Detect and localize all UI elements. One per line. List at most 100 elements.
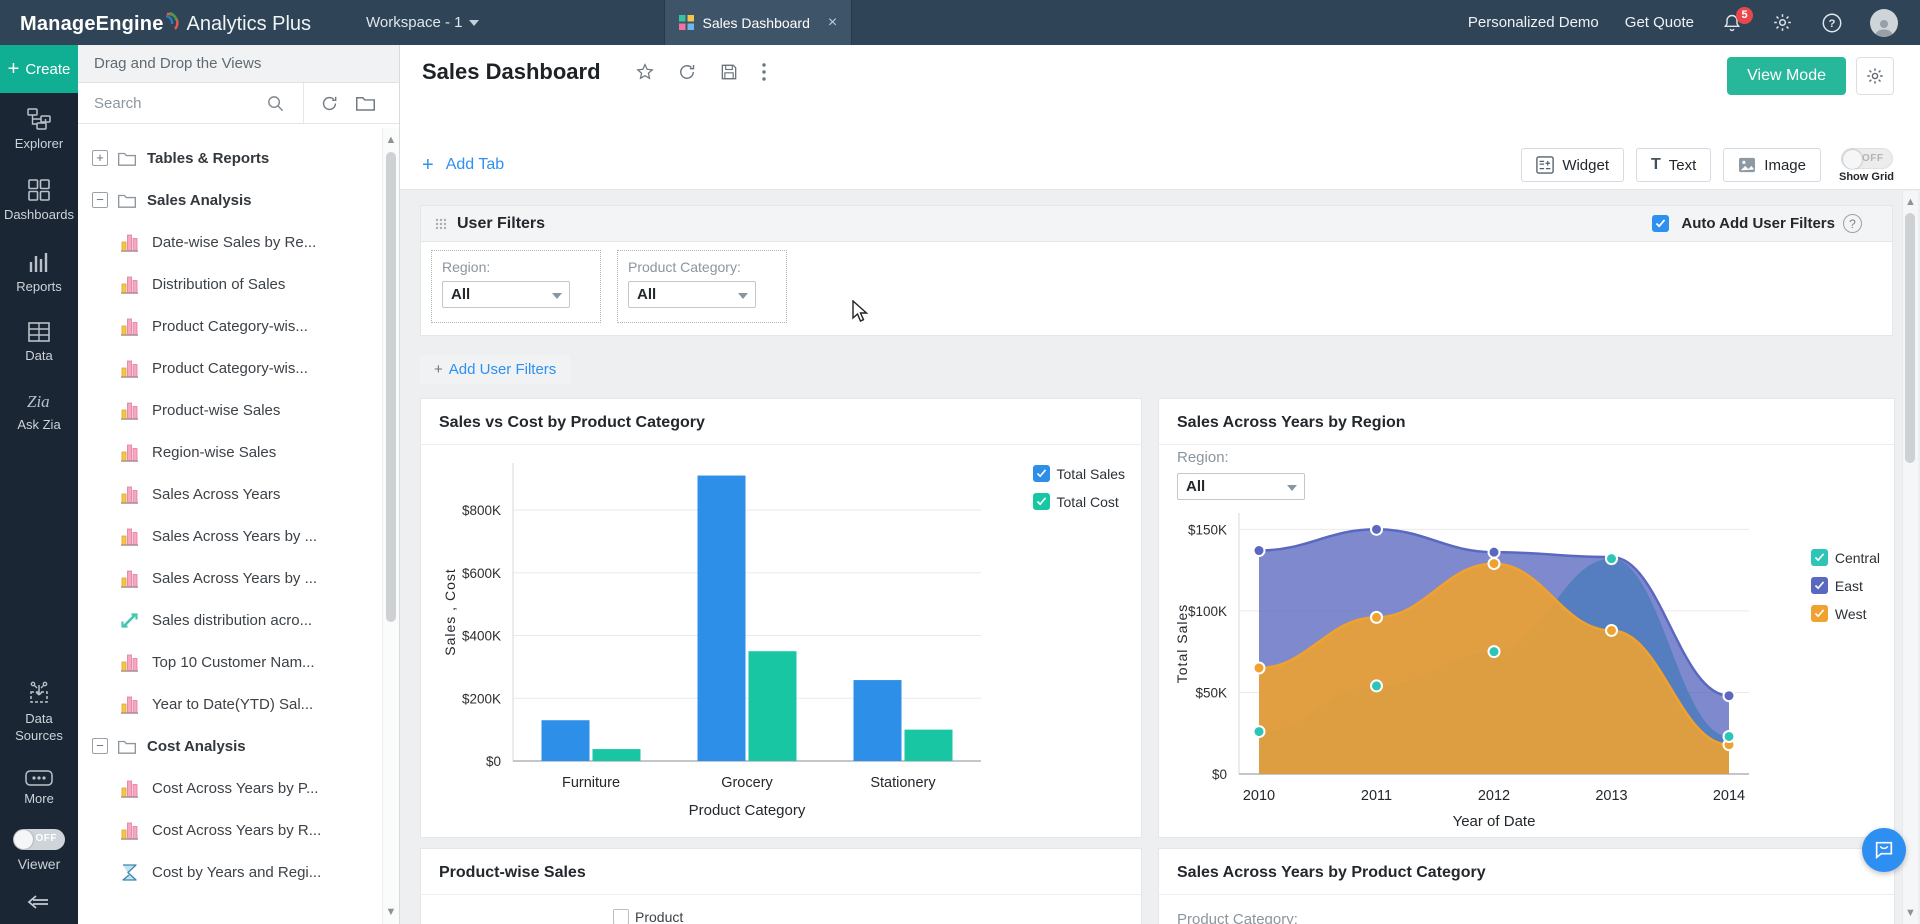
main-scrollbar-thumb[interactable] xyxy=(1905,213,1915,463)
legend-item-total-sales[interactable]: Total Sales xyxy=(1033,465,1125,482)
point-west-2010[interactable] xyxy=(1254,662,1265,673)
chat-fab-button[interactable] xyxy=(1862,828,1906,872)
tree-report-sales-distribution-acro-[interactable]: Sales distribution acro... xyxy=(78,599,383,641)
point-central-2013[interactable] xyxy=(1606,553,1617,564)
expand-node-icon[interactable]: + xyxy=(92,150,108,166)
scroll-up-icon[interactable]: ▲ xyxy=(1903,196,1918,208)
tree-report-product-category-wis-[interactable]: Product Category-wis... xyxy=(78,305,383,347)
point-central-2012[interactable] xyxy=(1489,646,1500,657)
bar-stationery-total-cost[interactable] xyxy=(905,730,953,761)
tree-report-date-wise-sales-by-re-[interactable]: Date-wise Sales by Re... xyxy=(78,221,383,263)
search-icon[interactable] xyxy=(266,94,285,113)
scroll-down-icon[interactable]: ▼ xyxy=(383,906,399,918)
bar-grocery-total-cost[interactable] xyxy=(749,651,797,761)
help-icon[interactable]: ? xyxy=(1843,214,1862,233)
viewer-toggle[interactable]: OFF xyxy=(13,829,65,850)
scroll-down-icon[interactable]: ▼ xyxy=(1903,907,1918,919)
legend-checkbox[interactable] xyxy=(1811,605,1828,622)
point-east-2014[interactable] xyxy=(1724,690,1735,701)
tree-report-sales-across-years-by-[interactable]: Sales Across Years by ... xyxy=(78,557,383,599)
bar-chart[interactable]: $0$200K$400K$600K$800KFurnitureGrocerySt… xyxy=(431,453,1131,831)
legend-item-east[interactable]: East xyxy=(1811,577,1880,594)
tree-folder-tables-reports[interactable]: +Tables & Reports xyxy=(78,137,383,179)
tree-folder-sales-analysis[interactable]: −Sales Analysis xyxy=(78,179,383,221)
tree-report-region-wise-sales[interactable]: Region-wise Sales xyxy=(78,431,383,473)
sidebar-item-data[interactable]: Data xyxy=(0,307,78,376)
favorite-star-icon[interactable] xyxy=(635,62,655,82)
point-west-2011[interactable] xyxy=(1371,612,1382,623)
tree-scrollbar[interactable]: ▲ ▼ xyxy=(382,128,399,924)
point-central-2011[interactable] xyxy=(1371,680,1382,691)
tree-report-year-to-date-ytd-sal-[interactable]: Year to Date(YTD) Sal... xyxy=(78,683,383,725)
bar-furniture-total-sales[interactable] xyxy=(542,720,590,761)
personalized-demo-link[interactable]: Personalized Demo xyxy=(1468,14,1599,31)
point-central-2014[interactable] xyxy=(1724,731,1735,742)
tree-folder-cost-analysis[interactable]: −Cost Analysis xyxy=(78,725,383,767)
legend-item-west[interactable]: West xyxy=(1811,605,1880,622)
auto-add-checkbox[interactable] xyxy=(1652,215,1669,232)
sidebar-item-dashboards[interactable]: Dashboards xyxy=(0,164,78,235)
help-button[interactable]: ? xyxy=(1820,11,1844,35)
tab-sales-dashboard[interactable]: Sales Dashboard × xyxy=(664,0,852,45)
close-icon[interactable]: × xyxy=(828,15,837,31)
search-input[interactable] xyxy=(78,94,258,113)
show-grid-toggle[interactable]: OFF xyxy=(1841,148,1893,169)
user-avatar[interactable] xyxy=(1870,9,1898,37)
legend-item-central[interactable]: Central xyxy=(1811,549,1880,566)
create-button[interactable]: + Create xyxy=(0,45,78,93)
area-chart[interactable]: $0$50K$100K$150K20102011201220132014Year… xyxy=(1167,501,1887,836)
settings-button[interactable] xyxy=(1770,11,1794,35)
sidebar-item-explorer[interactable]: Explorer xyxy=(0,93,78,164)
legend-checkbox[interactable] xyxy=(1033,465,1050,482)
folder-view-icon[interactable] xyxy=(355,94,376,112)
bar-furniture-total-cost[interactable] xyxy=(593,749,641,761)
filter-select[interactable]: All xyxy=(628,281,756,308)
collapse-node-icon[interactable]: − xyxy=(92,738,108,754)
scroll-up-icon[interactable]: ▲ xyxy=(383,134,399,146)
drag-handle-icon[interactable] xyxy=(435,218,447,230)
collapse-node-icon[interactable]: − xyxy=(92,192,108,208)
legend-checkbox[interactable] xyxy=(1811,577,1828,594)
legend-checkbox[interactable] xyxy=(1033,493,1050,510)
collapse-sidebar-button[interactable] xyxy=(26,892,52,912)
tree-report-cost-across-years-by-r-[interactable]: Cost Across Years by R... xyxy=(78,809,383,851)
point-central-2010[interactable] xyxy=(1254,726,1265,737)
point-east-2010[interactable] xyxy=(1254,545,1265,556)
point-east-2012[interactable] xyxy=(1489,547,1500,558)
legend-item-total-cost[interactable]: Total Cost xyxy=(1033,493,1125,510)
tree-report-product-category-wis-[interactable]: Product Category-wis... xyxy=(78,347,383,389)
point-west-2012[interactable] xyxy=(1489,558,1500,569)
save-icon[interactable] xyxy=(719,62,739,82)
sidebar-item-more[interactable]: More xyxy=(0,756,78,819)
get-quote-link[interactable]: Get Quote xyxy=(1625,14,1694,31)
tree-report-sales-across-years[interactable]: Sales Across Years xyxy=(78,473,383,515)
refresh-views-icon[interactable] xyxy=(320,94,339,113)
tree-report-distribution-of-sales[interactable]: Distribution of Sales xyxy=(78,263,383,305)
sidebar-item-reports[interactable]: Reports xyxy=(0,236,78,307)
point-west-2013[interactable] xyxy=(1606,625,1617,636)
tree-report-cost-across-years-by-p-[interactable]: Cost Across Years by P... xyxy=(78,767,383,809)
filter-select[interactable]: All xyxy=(442,281,570,308)
bar-stationery-total-sales[interactable] xyxy=(854,680,902,761)
region-select[interactable]: All xyxy=(1177,473,1305,500)
view-mode-button[interactable]: View Mode xyxy=(1727,57,1846,95)
text-button[interactable]: T Text xyxy=(1636,148,1711,182)
sidebar-item-data-sources[interactable]: Data Sources xyxy=(0,666,78,756)
refresh-dashboard-icon[interactable] xyxy=(677,62,697,82)
main-scrollbar[interactable]: ▲ ▼ xyxy=(1902,191,1918,924)
add-user-filters-button[interactable]: + Add User Filters xyxy=(420,355,570,384)
checkbox-icon[interactable] xyxy=(613,909,629,924)
tree-report-cost-by-years-and-regi-[interactable]: Cost by Years and Regi... xyxy=(78,851,383,893)
tree-report-sales-across-years-by-[interactable]: Sales Across Years by ... xyxy=(78,515,383,557)
image-button[interactable]: Image xyxy=(1723,148,1821,182)
tree-scrollbar-thumb[interactable] xyxy=(386,152,396,622)
add-tab-button[interactable]: + Add Tab xyxy=(422,155,504,175)
sidebar-item-ask-zia[interactable]: ZiaAsk Zia xyxy=(0,376,78,445)
notifications-button[interactable]: 5 xyxy=(1720,11,1744,35)
bar-grocery-total-sales[interactable] xyxy=(698,476,746,761)
widget-button[interactable]: Widget xyxy=(1521,148,1624,182)
point-east-2011[interactable] xyxy=(1371,524,1382,535)
brand-logo[interactable]: ManageEngine Analytics Plus xyxy=(20,10,311,36)
dashboard-settings-button[interactable] xyxy=(1856,57,1894,95)
tree-report-top-10-customer-nam-[interactable]: Top 10 Customer Nam... xyxy=(78,641,383,683)
